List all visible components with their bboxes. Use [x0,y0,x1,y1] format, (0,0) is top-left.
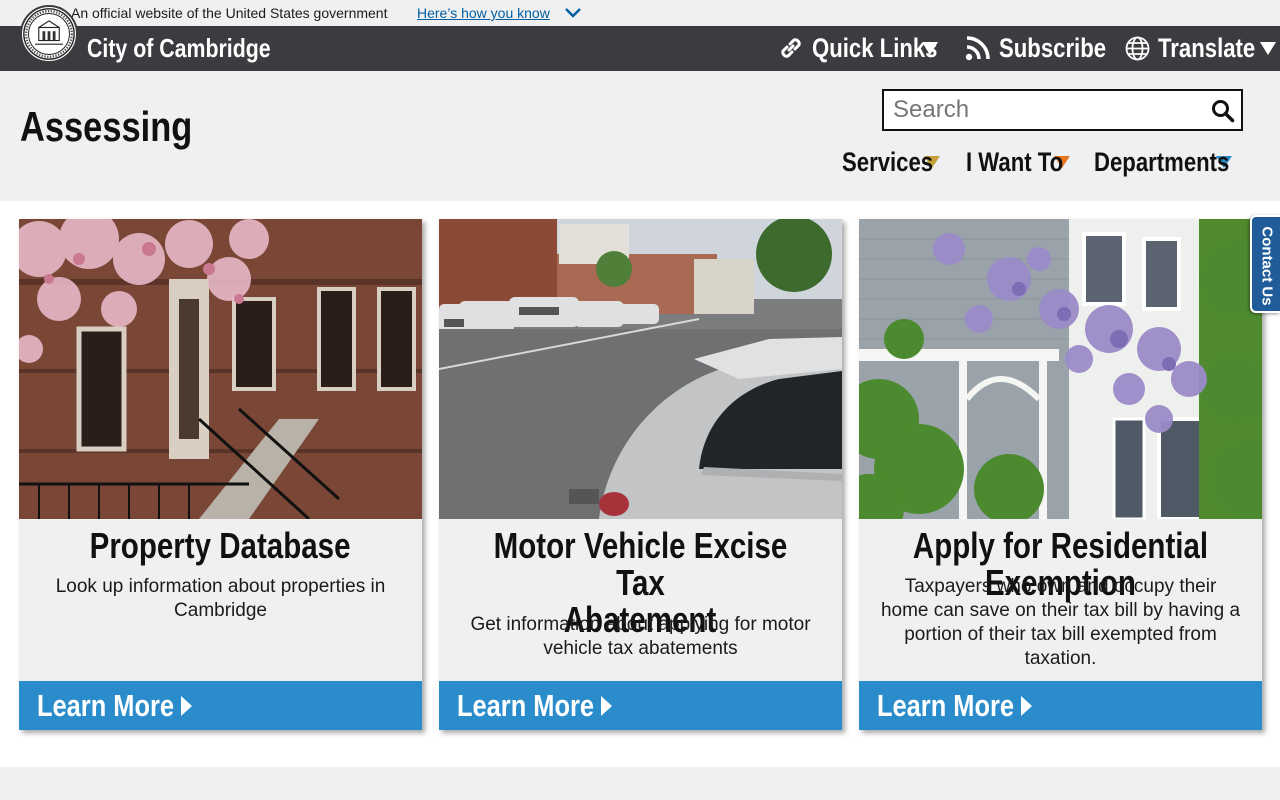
gov-banner-text: An official website of the United States… [71,5,388,21]
search-icon[interactable] [1211,99,1235,123]
nav-services-label: Services [842,146,934,177]
learn-more-label: Learn More [457,687,595,723]
translate-menu[interactable]: Translate [1125,32,1276,64]
caret-down-icon [1260,41,1276,55]
main-content: Property Database Look up information ab… [0,201,1280,767]
link-icon [781,38,801,58]
card-residential-exemption[interactable]: Apply for Residential Exemption Taxpayer… [859,219,1262,730]
subscribe-link[interactable]: Subscribe [965,32,1130,64]
globe-icon [1125,36,1150,60]
subscribe-label: Subscribe [999,32,1107,63]
quick-links-label: Quick Links [812,32,938,63]
search-box [882,89,1243,131]
card-image-wisteria-house [859,219,1262,519]
contact-us-label: Contact Us [1258,226,1276,306]
site-name-link[interactable]: City of Cambridge [87,33,271,64]
nav-services[interactable]: Services [842,147,940,177]
quick-links-menu[interactable]: Quick Links [778,32,938,64]
card-image-parking-lot [439,219,842,519]
learn-more-label: Learn More [877,687,1015,723]
chevron-down-icon[interactable] [564,6,582,20]
card-description: Look up information about properties in … [55,576,386,621]
caret-right-icon [1021,695,1033,716]
learn-more-button[interactable]: Learn More [439,681,842,730]
gov-banner-link[interactable]: Here’s how you know [417,5,550,21]
contact-us-tab[interactable]: Contact Us [1250,215,1280,313]
nav-departments[interactable]: Departments [1094,147,1232,177]
nav-departments-label: Departments [1094,146,1230,177]
card-motor-vehicle-excise[interactable]: Motor Vehicle Excise Tax Abatement Get i… [439,219,842,730]
card-description: Taxpayers who own and occupy their home … [880,576,1241,669]
gov-banner: An official website of the United States… [0,0,1280,26]
translate-label: Translate [1158,32,1256,63]
city-seal-logo[interactable] [20,5,78,63]
learn-more-label: Learn More [37,687,175,723]
card-property-database[interactable]: Property Database Look up information ab… [19,219,422,730]
nav-i-want-to[interactable]: I Want To [966,147,1070,177]
card-description: Get information about applying for motor… [470,614,811,659]
learn-more-button[interactable]: Learn More [859,681,1262,730]
rss-icon [965,36,990,61]
search-input[interactable] [884,91,1204,129]
site-topbar: City of Cambridge Quick Links Subscribe [0,26,1280,71]
learn-more-button[interactable]: Learn More [19,681,422,730]
page-header: Assessing Services I Want To Departments [0,71,1280,201]
footer-strip [0,767,1280,800]
card-image-brownstones [19,219,422,519]
card-title[interactable]: Property Database [19,527,422,564]
caret-right-icon [601,695,613,716]
nav-i-want-to-label: I Want To [966,146,1064,177]
page-title: Assessing [20,103,193,150]
caret-right-icon [181,695,193,716]
